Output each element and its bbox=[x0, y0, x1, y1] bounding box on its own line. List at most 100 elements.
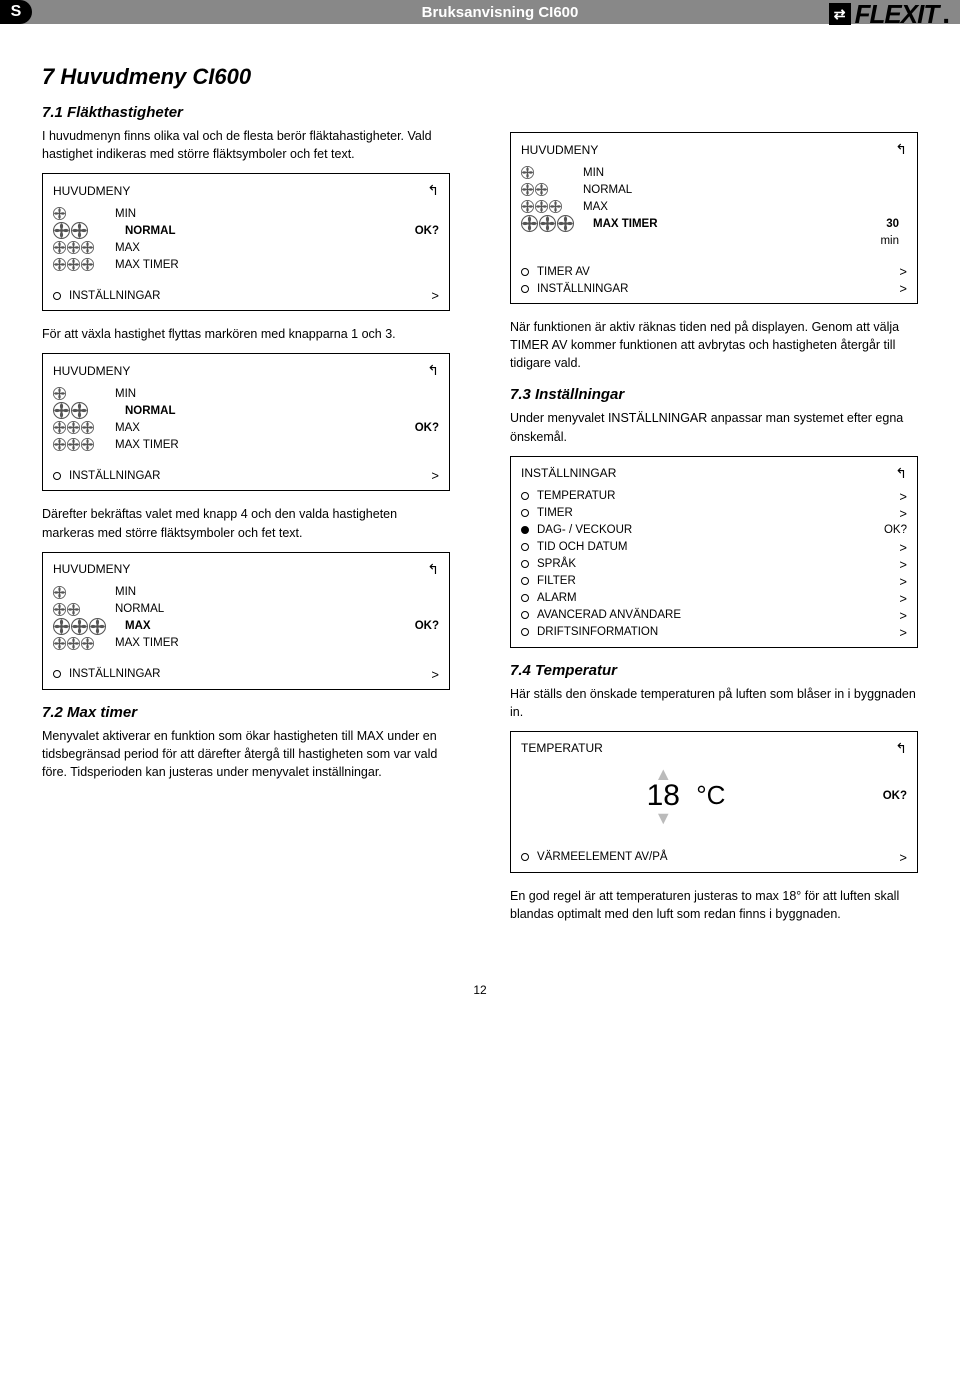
bullet-icon bbox=[521, 577, 529, 585]
ok-label: OK? bbox=[883, 790, 907, 802]
chevron-right-icon: > bbox=[899, 264, 907, 279]
brand-icon: ⇄ bbox=[829, 3, 851, 25]
fan-icon bbox=[549, 200, 562, 213]
settings-timer: TIMER bbox=[537, 507, 573, 519]
brand-name: FLEXIT bbox=[855, 0, 939, 30]
back-icon: ↰ bbox=[427, 362, 439, 379]
chevron-down-icon: ▼ bbox=[654, 813, 672, 823]
fan-icon bbox=[89, 618, 106, 635]
screen-main-normal-selected: HUVUDMENY↰ MIN NORMALOK? MAX MAX TIMER I… bbox=[42, 173, 450, 311]
chevron-right-icon: > bbox=[899, 557, 907, 572]
section-7-1-heading: 7.1 Fläkthastigheter bbox=[42, 104, 450, 121]
row-max: MAX bbox=[115, 242, 439, 254]
fan-icon bbox=[67, 603, 80, 616]
bullet-icon bbox=[521, 560, 529, 568]
fan-icon bbox=[53, 438, 66, 451]
ok-label: OK? bbox=[415, 620, 439, 632]
fan-icon bbox=[81, 637, 94, 650]
screen-settings: INSTÄLLNINGAR↰ TEMPERATUR> TIMER> DAG- /… bbox=[510, 456, 918, 648]
fan-icon bbox=[53, 241, 66, 254]
fan-icon bbox=[521, 183, 534, 196]
language-badge: S bbox=[0, 0, 32, 24]
chevron-right-icon: > bbox=[899, 281, 907, 296]
section-7-4-p2: En god regel är att temperaturen justera… bbox=[510, 887, 918, 923]
temp-unit: °C bbox=[696, 780, 725, 811]
chevron-up-icon: ▲ bbox=[654, 769, 672, 779]
section-7-2-heading: 7.2 Max timer bbox=[42, 704, 450, 721]
chevron-right-icon: > bbox=[899, 506, 907, 521]
settings-alarm: ALARM bbox=[537, 592, 577, 604]
header-band: S Bruksanvisning CI600 ⇄ FLEXIT. bbox=[0, 0, 960, 24]
bullet-icon bbox=[521, 492, 529, 500]
back-icon: ↰ bbox=[427, 182, 439, 199]
chevron-right-icon: > bbox=[899, 489, 907, 504]
fan-icon bbox=[71, 402, 88, 419]
row-min: MIN bbox=[583, 167, 907, 179]
chevron-right-icon: > bbox=[899, 591, 907, 606]
section-7-1-p1: I huvudmenyn finns olika val och de fles… bbox=[42, 127, 450, 163]
screen-main-cursor-max: HUVUDMENY↰ MIN NORMAL MAXOK? MAX TIMER I… bbox=[42, 353, 450, 491]
bullet-icon bbox=[521, 268, 529, 276]
section-7-4-p1: Här ställs den önskade temperaturen på l… bbox=[510, 685, 918, 721]
fan-icon bbox=[81, 421, 94, 434]
page-number: 12 bbox=[0, 983, 960, 1017]
row-maxtimer: MAX TIMER bbox=[115, 259, 439, 271]
chevron-right-icon: > bbox=[899, 574, 907, 589]
row-maxtimer: MAX TIMER bbox=[593, 218, 880, 230]
section-7-2-p1: Menyvalet aktiverar en funktion som ökar… bbox=[42, 727, 450, 781]
fan-icon bbox=[535, 200, 548, 213]
temp-spinner-icon: ▲ 18 ▼ bbox=[638, 771, 688, 821]
fan-icon bbox=[67, 438, 80, 451]
row-normal: NORMAL bbox=[125, 405, 439, 417]
row-settings: INSTÄLLNINGAR bbox=[69, 470, 160, 482]
fan-icon bbox=[53, 618, 70, 635]
settings-filter: FILTER bbox=[537, 575, 576, 587]
settings-avancerad: AVANCERAD ANVÄNDARE bbox=[537, 609, 681, 621]
section-7-3-p1: Under menyvalet INSTÄLLNINGAR anpassar m… bbox=[510, 409, 918, 445]
page-heading: 7 Huvudmeny CI600 bbox=[42, 64, 450, 90]
fan-icon bbox=[521, 200, 534, 213]
timer-unit: min bbox=[880, 235, 907, 247]
screen-temperature: TEMPERATUR↰ ▲ 18 ▼ °C OK? VÄRMEELEMENT A… bbox=[510, 731, 918, 873]
back-icon: ↰ bbox=[895, 141, 907, 158]
fan-icon bbox=[67, 421, 80, 434]
fan-icon bbox=[81, 258, 94, 271]
section-7-4-heading: 7.4 Temperatur bbox=[510, 662, 918, 679]
back-icon: ↰ bbox=[427, 561, 439, 578]
screen-title: HUVUDMENY bbox=[53, 364, 130, 378]
back-icon: ↰ bbox=[895, 740, 907, 757]
fan-icon bbox=[53, 603, 66, 616]
screen-title: HUVUDMENY bbox=[53, 184, 130, 198]
fan-icon bbox=[71, 222, 88, 239]
fan-icon bbox=[53, 421, 66, 434]
doc-title: Bruksanvisning CI600 bbox=[40, 4, 960, 21]
row-min: MIN bbox=[115, 388, 439, 400]
fan-icon bbox=[539, 215, 556, 232]
section-7-1-p3: Därefter bekräftas valet med knapp 4 och… bbox=[42, 505, 450, 541]
ok-label: OK? bbox=[415, 225, 439, 237]
row-maxtimer: MAX TIMER bbox=[115, 637, 439, 649]
section-7-1-p2: För att växla hastighet flyttas markören… bbox=[42, 325, 450, 343]
fan-icon bbox=[53, 222, 70, 239]
right-p-timer: När funktionen är aktiv räknas tiden ned… bbox=[510, 318, 918, 372]
row-normal: NORMAL bbox=[125, 225, 409, 237]
fan-icon bbox=[71, 618, 88, 635]
fan-icon bbox=[53, 402, 70, 419]
row-varmeelement: VÄRMEELEMENT AV/PÅ bbox=[537, 851, 668, 863]
fan-icon bbox=[81, 241, 94, 254]
row-settings: INSTÄLLNINGAR bbox=[69, 290, 160, 302]
bullet-icon bbox=[53, 292, 61, 300]
bullet-icon bbox=[521, 509, 529, 517]
screen-title: HUVUDMENY bbox=[521, 143, 598, 157]
ok-label: OK? bbox=[415, 422, 439, 434]
bullet-filled-icon bbox=[521, 526, 529, 534]
row-normal: NORMAL bbox=[115, 603, 439, 615]
row-maxtimer: MAX TIMER bbox=[115, 439, 439, 451]
screen-main-maxtimer-selected: HUVUDMENY↰ MIN NORMAL MAX MAX TIMER30 mi… bbox=[510, 132, 918, 304]
row-settings: INSTÄLLNINGAR bbox=[69, 668, 160, 680]
settings-dagveckour: DAG- / VECKOUR bbox=[537, 524, 632, 536]
fan-icon bbox=[53, 637, 66, 650]
settings-tiddatum: TID OCH DATUM bbox=[537, 541, 628, 553]
chevron-right-icon: > bbox=[431, 468, 439, 483]
fan-icon bbox=[535, 183, 548, 196]
